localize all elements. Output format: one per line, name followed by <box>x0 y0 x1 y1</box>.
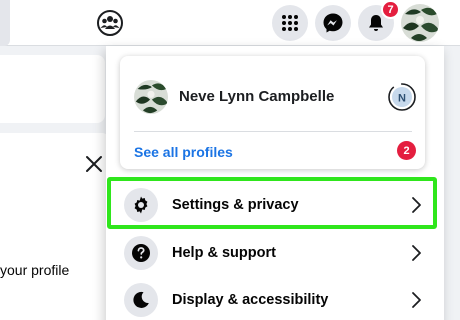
see-all-profiles-link[interactable]: See all profiles <box>134 144 233 160</box>
profile-name[interactable]: Neve Lynn Campbelle <box>179 88 334 105</box>
groups-icon <box>97 10 123 36</box>
notifications-count-badge: 7 <box>381 0 400 19</box>
divider <box>134 131 412 132</box>
messenger-button[interactable] <box>315 5 351 41</box>
profiles-count-badge: 2 <box>397 141 416 160</box>
account-avatar-button[interactable] <box>401 4 439 42</box>
profile-avatar[interactable] <box>134 80 168 114</box>
menu-grid-icon <box>282 15 298 31</box>
menu-button[interactable] <box>272 5 308 41</box>
groups-button[interactable] <box>92 5 128 41</box>
display-icon-wrap <box>124 283 158 317</box>
chevron-right-icon <box>412 245 421 261</box>
left-nav-stub[interactable] <box>0 0 10 46</box>
question-icon <box>132 244 150 262</box>
chevron-right-icon <box>412 292 421 308</box>
messenger-icon <box>323 13 343 33</box>
menu-item-help-support[interactable]: Help & support <box>116 230 434 276</box>
background-card <box>0 55 105 123</box>
top-navigation-bar: 7 <box>0 0 460 46</box>
account-dropdown-menu: Neve Lynn Campbelle N See all profiles 2… <box>106 46 444 320</box>
close-icon[interactable] <box>82 152 106 176</box>
switch-profile-initial: N <box>398 93 406 105</box>
menu-item-display-accessibility[interactable]: Display & accessibility <box>116 277 434 320</box>
switch-profile-icon[interactable]: N <box>386 81 418 113</box>
highlight-box <box>107 177 437 229</box>
profile-card: Neve Lynn Campbelle N See all profiles 2 <box>120 56 425 169</box>
menu-item-label: Display & accessibility <box>172 292 329 308</box>
avatar-image <box>401 4 439 42</box>
background-profile-text: your profile <box>0 262 70 278</box>
menu-item-label: Help & support <box>172 245 276 261</box>
avatar-image <box>134 80 168 114</box>
moon-icon <box>133 291 149 308</box>
help-icon-wrap <box>124 236 158 270</box>
